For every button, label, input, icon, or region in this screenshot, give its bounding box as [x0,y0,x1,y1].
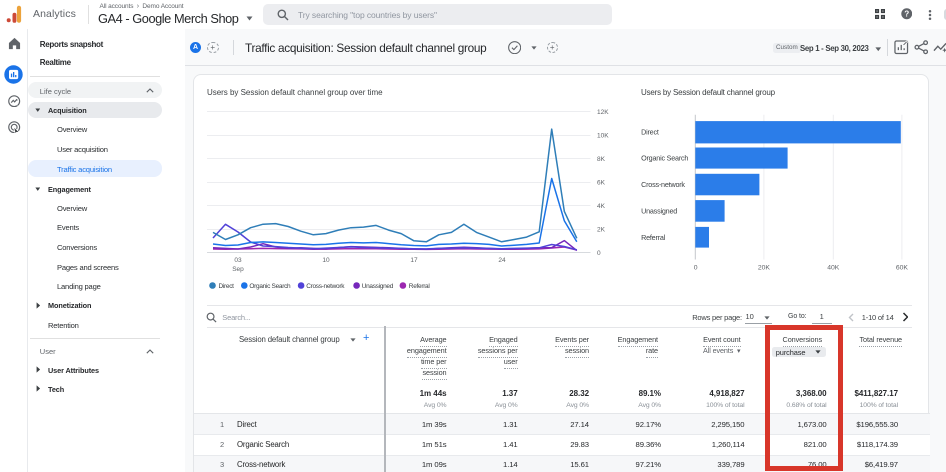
svg-text:2K: 2K [597,227,606,234]
svg-text:Organic Search: Organic Search [641,154,688,163]
svg-text:10: 10 [322,257,330,264]
svg-text:40K: 40K [827,264,840,271]
svg-text:10K: 10K [597,133,609,140]
svg-text:24: 24 [498,257,506,264]
svg-text:Organic Search: Organic Search [249,283,291,290]
svg-text:?: ? [904,10,909,19]
svg-text:Cross-network: Cross-network [641,180,685,189]
svg-text:Unassigned: Unassigned [362,283,394,290]
svg-text:Unassigned: Unassigned [641,207,677,216]
svg-text:17: 17 [410,257,418,264]
svg-text:Referral: Referral [409,283,431,290]
svg-text:Sep: Sep [232,266,244,273]
svg-text:Cross-network: Cross-network [306,283,345,290]
svg-text:60K: 60K [896,264,909,271]
svg-text:4K: 4K [597,203,606,210]
svg-text:12K: 12K [597,109,609,116]
svg-text:03: 03 [234,257,242,264]
svg-text:20K: 20K [758,264,771,271]
svg-text:0: 0 [694,264,698,271]
svg-text:0: 0 [597,250,601,257]
svg-text:Referral: Referral [641,233,666,242]
svg-text:6K: 6K [597,180,606,187]
svg-text:Direct: Direct [219,283,235,290]
svg-text:8K: 8K [597,156,606,163]
svg-text:Direct: Direct [641,128,659,137]
